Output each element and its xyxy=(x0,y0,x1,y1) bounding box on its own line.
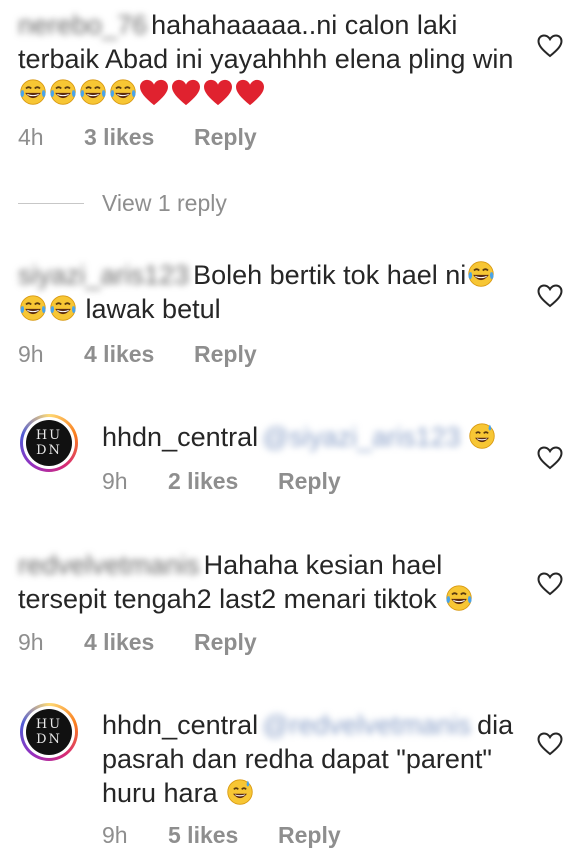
comment-3-meta: 9h 2 likes Reply xyxy=(102,468,341,495)
comment-4-likes[interactable]: 4 likes xyxy=(84,629,194,656)
comment-4-text: redvelvetmanis Hahaha kesian hael tersepi… xyxy=(18,548,518,616)
comment-2-time: 9h xyxy=(18,341,44,367)
comment-3-username[interactable]: hhdn_central xyxy=(102,422,258,452)
red-heart-emoji xyxy=(235,79,265,107)
comment-1-reply-button[interactable]: Reply xyxy=(194,124,257,151)
view-replies-divider xyxy=(18,203,84,204)
avatar[interactable]: HU DN xyxy=(20,703,78,761)
comment-1-username[interactable]: nerebo_76 xyxy=(18,8,147,42)
comment-2-body-a: Boleh bertik tok hael ni xyxy=(193,260,467,290)
tears-of-joy-emoji xyxy=(49,78,77,106)
tears-of-joy-emoji xyxy=(19,78,47,106)
like-heart-icon[interactable] xyxy=(537,284,563,308)
comment-3-likes[interactable]: 2 likes xyxy=(168,468,278,495)
avatar-logo: HU DN xyxy=(26,709,72,755)
comment-4-meta: 9h 4 likes Reply xyxy=(18,629,257,656)
like-heart-icon[interactable] xyxy=(537,34,563,58)
grinning-sweat-emoji xyxy=(226,778,254,806)
avatar[interactable]: HU DN xyxy=(20,414,78,472)
comment-1-likes[interactable]: 3 likes xyxy=(84,124,194,151)
tears-of-joy-emoji xyxy=(109,78,137,106)
comment-3-reply-button[interactable]: Reply xyxy=(278,468,341,495)
like-heart-icon[interactable] xyxy=(537,732,563,756)
comment-4-username[interactable]: redvelvetmanis xyxy=(18,548,200,582)
comment-5-username[interactable]: hhdn_central xyxy=(102,710,258,740)
comment-3-text: hhdn_central @siyazi_aris123 xyxy=(102,420,522,454)
comment-5-meta: 9h 5 likes Reply xyxy=(102,822,341,849)
red-heart-emoji xyxy=(139,79,169,107)
red-heart-emoji xyxy=(171,79,201,107)
comment-2-body-b: lawak betul xyxy=(85,294,221,324)
comment-5-time: 9h xyxy=(102,822,128,848)
comment-3-time: 9h xyxy=(102,468,128,494)
tears-of-joy-emoji xyxy=(79,78,107,106)
comment-1-text: nerebo_76 hahahaaaaa..ni calon laki terba… xyxy=(18,8,518,110)
view-replies-button[interactable]: View 1 reply xyxy=(18,190,227,217)
comment-5-likes[interactable]: 5 likes xyxy=(168,822,278,849)
view-replies-label: View 1 reply xyxy=(102,190,227,216)
comment-2-reply-button[interactable]: Reply xyxy=(194,341,257,368)
grinning-sweat-emoji xyxy=(468,422,496,450)
tears-of-joy-emoji xyxy=(49,294,77,322)
like-heart-icon[interactable] xyxy=(537,572,563,596)
comment-5-mention[interactable]: @redvelvetmanis xyxy=(262,708,471,742)
comment-5-text: hhdn_central @redvelvetmanis dia pasrah da… xyxy=(102,708,522,810)
tears-of-joy-emoji xyxy=(19,294,47,322)
tears-of-joy-emoji xyxy=(467,260,495,288)
comment-2-text: siyazi_aris123 Boleh bertik tok hael ni l… xyxy=(18,258,518,326)
comment-4-time: 9h xyxy=(18,629,44,655)
tears-of-joy-emoji xyxy=(445,584,473,612)
comment-4-reply-button[interactable]: Reply xyxy=(194,629,257,656)
comment-1-meta: 4h 3 likes Reply xyxy=(18,124,257,151)
comment-2-meta: 9h 4 likes Reply xyxy=(18,341,257,368)
comment-1-time: 4h xyxy=(18,124,44,150)
comment-5-reply-button[interactable]: Reply xyxy=(278,822,341,849)
avatar-logo: HU DN xyxy=(26,420,72,466)
red-heart-emoji xyxy=(203,79,233,107)
comment-2-likes[interactable]: 4 likes xyxy=(84,341,194,368)
comment-2-username[interactable]: siyazi_aris123 xyxy=(18,258,189,292)
comment-3-mention[interactable]: @siyazi_aris123 xyxy=(262,420,461,454)
like-heart-icon[interactable] xyxy=(537,446,563,470)
